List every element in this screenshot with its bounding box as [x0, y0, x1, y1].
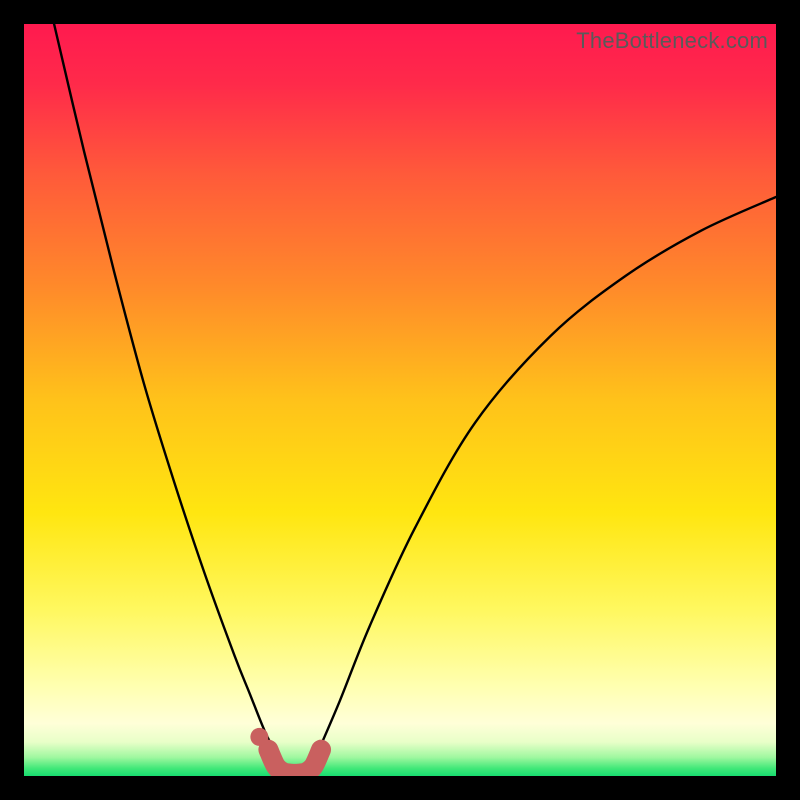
- chart-frame: TheBottleneck.com: [24, 24, 776, 776]
- bottleneck-chart: [24, 24, 776, 776]
- marker-layer: [250, 728, 268, 746]
- watermark-label: TheBottleneck.com: [576, 28, 768, 54]
- dot-left-of-basin: [250, 728, 268, 746]
- gradient-background: [24, 24, 776, 776]
